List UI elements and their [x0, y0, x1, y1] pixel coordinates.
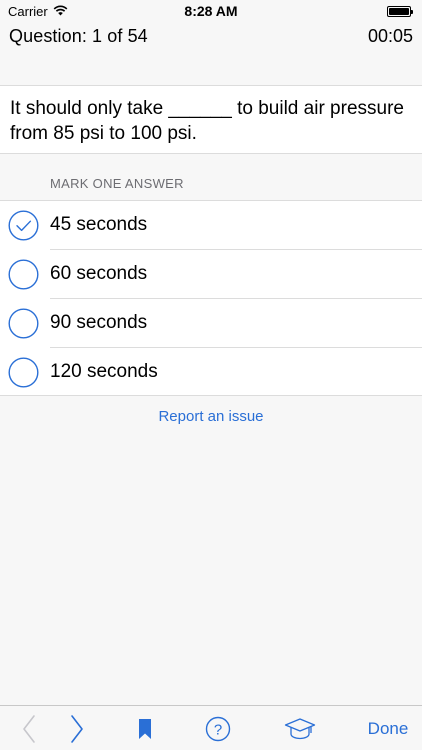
battery-icon [387, 5, 413, 17]
done-button[interactable]: Done [360, 706, 416, 750]
chevron-left-icon [23, 714, 35, 743]
study-button[interactable] [280, 706, 320, 750]
timer: 00:05 [367, 25, 413, 46]
header-spacer [0, 50, 422, 86]
answer-list: 45 seconds 60 seconds 90 seconds 120 sec… [0, 200, 422, 396]
svg-text:?: ? [214, 721, 222, 738]
bookmark-button[interactable] [130, 706, 160, 750]
done-label: Done [367, 718, 409, 738]
radio-empty-icon [8, 357, 39, 388]
report-issue-link[interactable]: Report an issue [0, 408, 422, 425]
help-button[interactable]: ? [201, 706, 235, 750]
answers-section-title: MARK ONE ANSWER [50, 176, 184, 191]
quiz-header: Question: 1 of 54 00:05 [0, 22, 422, 50]
carrier-label: Carrier [8, 3, 48, 19]
question-counter: Question: 1 of 54 [9, 25, 148, 46]
answer-option-3[interactable]: 90 seconds [0, 299, 422, 348]
radio-checked-icon [8, 210, 39, 241]
graduation-cap-icon [284, 717, 316, 739]
answer-option-1[interactable]: 45 seconds [0, 201, 422, 250]
question-card: It should only take ______ to build air … [0, 86, 422, 154]
answer-option-2[interactable]: 60 seconds [0, 250, 422, 299]
radio-empty-icon [8, 259, 39, 290]
answer-label: 90 seconds [50, 312, 148, 333]
status-left: Carrier [8, 4, 68, 19]
help-circle-icon: ? [205, 716, 231, 741]
status-bar: Carrier 8:28 AM [0, 0, 422, 22]
bookmark-icon [139, 718, 151, 739]
question-text: It should only take ______ to build air … [10, 98, 404, 144]
answer-label: 60 seconds [50, 263, 148, 284]
chevron-right-icon [71, 714, 83, 743]
answer-label: 120 seconds [50, 361, 158, 382]
answer-option-4[interactable]: 120 seconds [0, 348, 422, 397]
bottom-toolbar: ? Done [0, 705, 422, 750]
back-button[interactable] [12, 706, 46, 750]
wifi-icon [53, 4, 68, 19]
answer-label: 45 seconds [50, 214, 148, 235]
forward-button[interactable] [60, 706, 94, 750]
radio-empty-icon [8, 308, 39, 339]
